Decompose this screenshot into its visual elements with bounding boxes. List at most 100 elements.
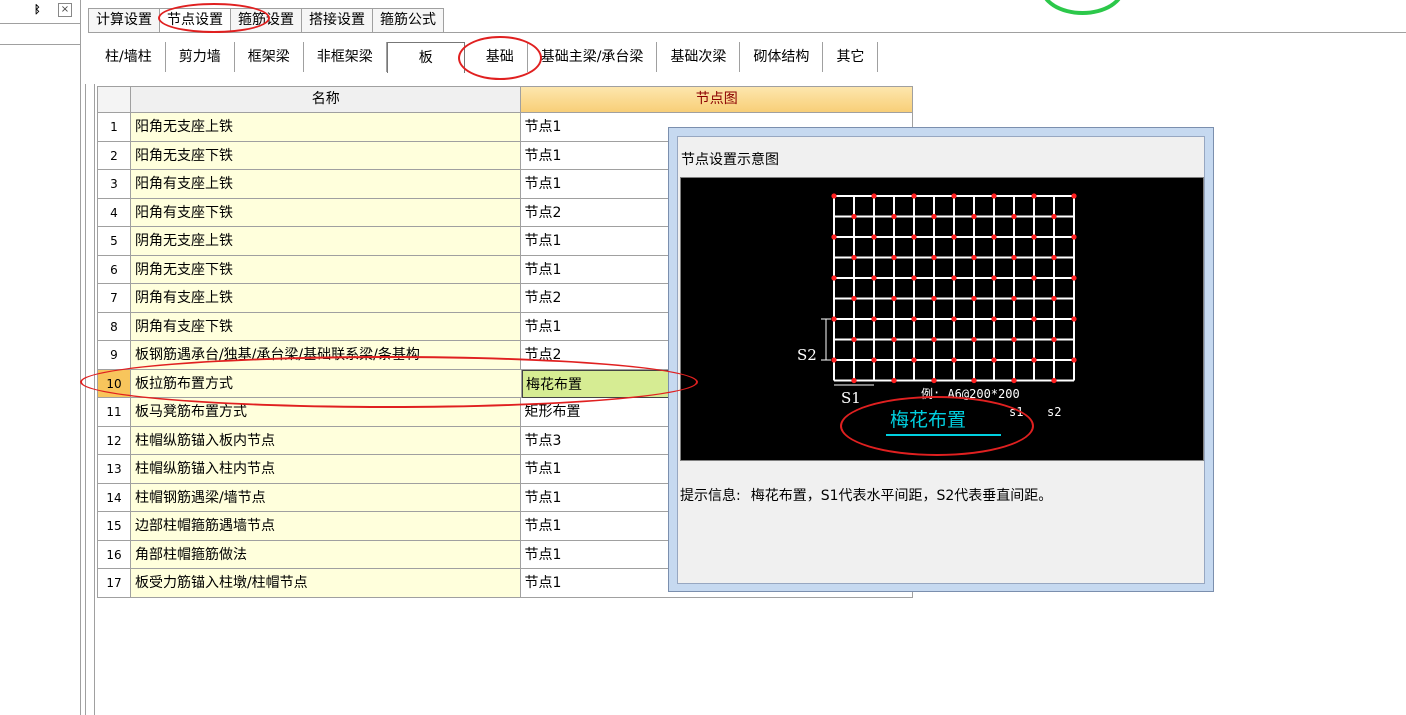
hint-label: 提示信息:: [680, 488, 741, 504]
sub-tab[interactable]: 基础次梁: [657, 42, 741, 72]
tie-bar-dot: [891, 377, 897, 384]
tie-bar-dot: [991, 316, 997, 322]
sub-tab[interactable]: 框架梁: [235, 42, 304, 72]
row-name-cell[interactable]: 阳角无支座上铁: [130, 113, 522, 142]
row-name-cell[interactable]: 板钢筋遇承台/独基/承台梁/基础联系梁/条基构: [130, 341, 522, 370]
row-name-cell[interactable]: 柱帽纵筋锚入板内节点: [130, 426, 522, 455]
tie-bar-dot: [971, 213, 977, 220]
row-number: 7: [98, 284, 131, 313]
row-name-cell[interactable]: 阴角有支座下铁: [130, 312, 522, 341]
left-panel-row: [0, 24, 80, 45]
tie-bar-dot: [871, 193, 877, 199]
tie-bar-dot: [871, 234, 877, 240]
row-name-cell[interactable]: 边部柱帽箍筋遇墙节点: [130, 512, 522, 541]
row-number: 11: [98, 398, 131, 427]
tie-bar-dot: [911, 234, 917, 240]
tie-bar-dot: [951, 193, 957, 199]
tie-bar-dot: [871, 316, 877, 322]
tie-bar-dot: [1031, 357, 1037, 363]
row-name-cell[interactable]: 阴角有支座上铁: [130, 284, 522, 313]
tie-bar-dot: [1051, 377, 1057, 384]
row-name-cell[interactable]: 柱帽纵筋锚入柱内节点: [130, 455, 522, 484]
pin-icon[interactable]: ᛒ: [34, 3, 41, 16]
sub-tab[interactable]: 非框架梁: [304, 42, 387, 72]
node-diagram: S2 S1 例: A6@200*200 s1 s2 梅花布置: [680, 177, 1204, 461]
row-number: 9: [98, 341, 131, 370]
hint-info: 提示信息: 梅花布置，S1代表水平间距，S2代表垂直间距。: [680, 485, 1052, 505]
tie-bar-dot: [1011, 336, 1017, 343]
tabs-divider: [88, 32, 1406, 33]
tie-bar-dot: [911, 193, 917, 199]
tie-bar-dot: [971, 336, 977, 343]
tie-bar-dot: [1071, 357, 1077, 363]
row-number: 1: [98, 113, 131, 142]
sub-tab[interactable]: 基础主梁/承台梁: [528, 42, 658, 72]
left-strip: [85, 84, 95, 715]
tie-bar-dot: [871, 357, 877, 363]
main-tab[interactable]: 节点设置: [159, 8, 231, 32]
tie-bar-dot: [1011, 213, 1017, 220]
tie-bar-dot: [931, 377, 937, 384]
tie-bar-dot: [891, 254, 897, 261]
tie-bar-dot: [851, 254, 857, 261]
example-label: 例: A6@200*200: [921, 387, 1020, 401]
row-name-cell[interactable]: 阴角无支座上铁: [130, 227, 522, 256]
diagram-canvas: S2 S1 例: A6@200*200 s1 s2 梅花布置: [797, 193, 1077, 436]
sub-tab[interactable]: 其它: [823, 42, 879, 72]
row-number: 6: [98, 255, 131, 284]
tie-bar-dot: [1031, 234, 1037, 240]
row-number: 5: [98, 227, 131, 256]
row-name-cell[interactable]: 板马凳筋布置方式: [130, 398, 522, 427]
main-tab[interactable]: 计算设置: [88, 8, 160, 32]
s2-label: S2: [797, 346, 817, 364]
row-name-cell[interactable]: 板拉筋布置方式: [131, 369, 522, 398]
sub-tab[interactable]: 基础: [473, 42, 528, 72]
tie-bar-dot: [911, 357, 917, 363]
row-number: 12: [98, 426, 131, 455]
tie-bar-dot: [871, 275, 877, 281]
tie-bar-dot: [911, 275, 917, 281]
row-number: 4: [98, 198, 131, 227]
s1-label: S1: [841, 389, 861, 407]
tie-bar-dot: [831, 316, 837, 322]
tie-bar-dot: [991, 193, 997, 199]
row-name-cell[interactable]: 阳角有支座上铁: [130, 170, 522, 199]
row-number: 16: [98, 540, 131, 569]
tie-bar-dot: [1051, 336, 1057, 343]
close-icon[interactable]: ×: [58, 3, 72, 17]
row-name-cell[interactable]: 板受力筋锚入柱墩/柱帽节点: [130, 569, 522, 598]
tie-bar-dot: [931, 336, 937, 343]
green-highlight-annotation: [1040, 0, 1125, 15]
sub-tab[interactable]: 板: [386, 41, 465, 73]
tie-bar-dot: [1071, 316, 1077, 322]
popup-title: 节点设置示意图: [681, 152, 779, 168]
tie-bar-dot: [831, 275, 837, 281]
row-name-cell[interactable]: 阴角无支座下铁: [130, 255, 522, 284]
row-number: 14: [98, 483, 131, 512]
sub-tab[interactable]: 剪力墙: [166, 42, 235, 72]
tie-bar-dot: [851, 213, 857, 220]
tie-bar-dot: [971, 377, 977, 384]
column-header-name[interactable]: 名称: [130, 87, 522, 113]
row-name-cell[interactable]: 阳角无支座下铁: [130, 141, 522, 170]
row-number: 10: [98, 369, 131, 398]
row-node-cell[interactable]: 梅花布置: [522, 369, 672, 398]
row-name-cell[interactable]: 阳角有支座下铁: [130, 198, 522, 227]
main-tab[interactable]: 搭接设置: [301, 8, 373, 32]
tie-bar-dot: [931, 295, 937, 302]
tie-bar-dot: [891, 295, 897, 302]
tie-bar-dot: [971, 254, 977, 261]
row-name-cell[interactable]: 角部柱帽箍筋做法: [130, 540, 522, 569]
main-tab[interactable]: 箍筋公式: [372, 8, 444, 32]
left-panel-header: ᛒ ×: [0, 0, 80, 24]
sub-tab[interactable]: 柱/墙柱: [92, 42, 166, 72]
main-tab[interactable]: 箍筋设置: [230, 8, 302, 32]
row-number: 3: [98, 170, 131, 199]
row-number: 17: [98, 569, 131, 598]
sub-tab[interactable]: 砌体结构: [740, 42, 824, 72]
column-header-node[interactable]: 节点图: [521, 87, 913, 113]
popup-content: 节点设置示意图 S2 S1 例: A6@200*200 s1 s2 梅花布置 提示信息: 梅…: [677, 136, 1205, 584]
row-name-cell[interactable]: 柱帽钢筋遇梁/墙节点: [130, 483, 522, 512]
tie-bar-dot: [1011, 254, 1017, 261]
tie-bar-dot: [1051, 213, 1057, 220]
